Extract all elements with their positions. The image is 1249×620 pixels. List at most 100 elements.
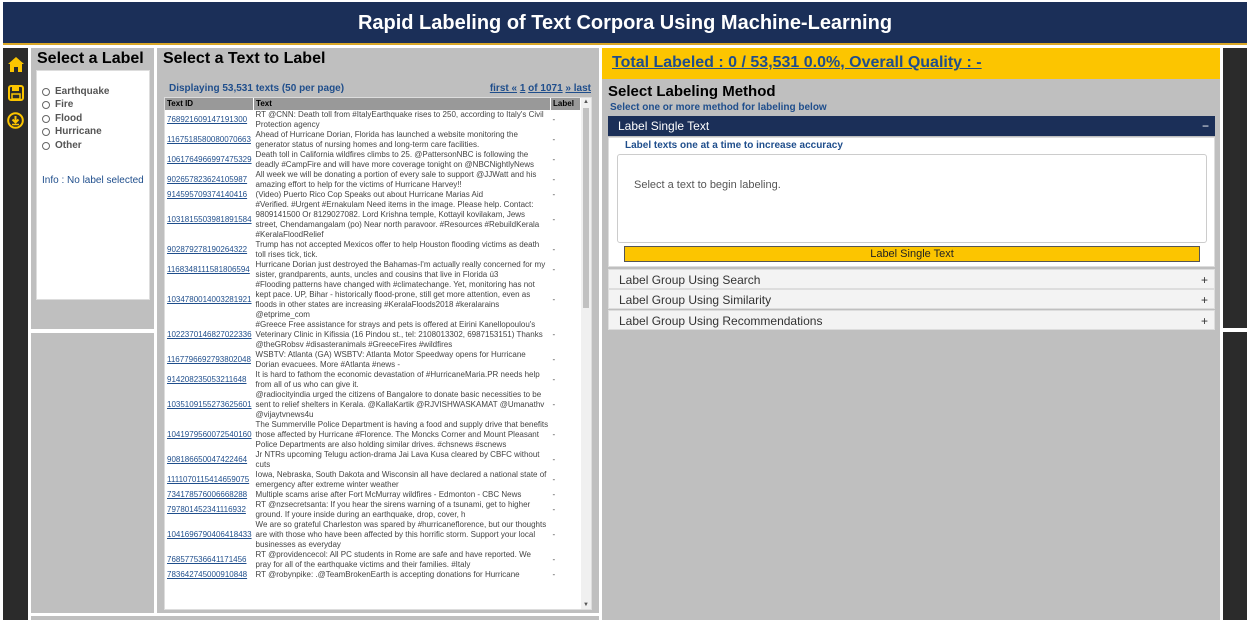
text-id-link[interactable]: 1035109155273625601 bbox=[165, 390, 254, 420]
text-id-link[interactable]: 768921609147191300 bbox=[165, 110, 254, 130]
table-row[interactable]: 1034780014003281921 #Flooding patterns ha… bbox=[165, 280, 581, 320]
table-row[interactable]: 1041979560072540160 The Summerville Polic… bbox=[165, 420, 581, 450]
accordion-single-text[interactable]: Label Single Text − bbox=[608, 116, 1215, 136]
label-cell: - bbox=[552, 265, 556, 274]
text-id-link[interactable]: 1111070115414659075 bbox=[165, 470, 254, 490]
table-row[interactable]: 908186650047422464 Jr NTRs upcoming Telug… bbox=[165, 450, 581, 470]
text-id-link[interactable]: 1022370146827022336 bbox=[165, 320, 254, 350]
collapse-icon[interactable]: − bbox=[1202, 116, 1209, 136]
pager-last[interactable]: » last bbox=[565, 83, 591, 94]
table-row[interactable]: 1111070115414659075 Iowa, Nebraska, South… bbox=[165, 470, 581, 490]
text-id-link[interactable]: 797801452341116932 bbox=[165, 500, 254, 520]
table-row[interactable]: 1167796692793802048 WSBTV: Atlanta (GA) W… bbox=[165, 350, 581, 370]
text-id-link[interactable]: 1041696790406418433 bbox=[165, 520, 254, 550]
home-icon[interactable] bbox=[6, 55, 25, 74]
text-id-link[interactable]: 908186650047422464 bbox=[165, 450, 254, 470]
label-radio-hurricane[interactable]: Hurricane bbox=[42, 126, 102, 137]
text-id-link[interactable]: 1041979560072540160 bbox=[165, 420, 254, 450]
label-radio-earthquake[interactable]: Earthquake bbox=[42, 86, 109, 97]
label-radio-other[interactable]: Other bbox=[42, 140, 82, 151]
label-cell: - bbox=[552, 490, 556, 499]
text-id-link[interactable]: 768577536641171456 bbox=[165, 550, 254, 570]
download-icon[interactable] bbox=[6, 111, 25, 130]
text-id-link[interactable]: 783642745000910848 bbox=[165, 570, 254, 580]
expand-icon[interactable]: + bbox=[1201, 270, 1208, 290]
summary-bar: Total Labeled : 0 / 53,531 0.0%, Overall… bbox=[602, 48, 1220, 79]
selected-text-placeholder: Select a text to begin labeling. bbox=[634, 179, 781, 191]
text-id-link[interactable]: 1061764966997475329 bbox=[165, 150, 254, 170]
save-icon[interactable] bbox=[6, 83, 25, 102]
label-single-text-button[interactable]: Label Single Text bbox=[624, 246, 1200, 262]
radio-button[interactable] bbox=[42, 141, 50, 150]
table-row[interactable]: 902657823624105987 All week we will be do… bbox=[165, 170, 581, 190]
table-row[interactable]: 914208235053211648 It is hard to fathom t… bbox=[165, 370, 581, 390]
accordion-group-recommendations[interactable]: Label Group Using Recommendations + bbox=[608, 310, 1215, 330]
table-row[interactable]: 1031815503981891584 #Verified. #Urgent #E… bbox=[165, 200, 581, 240]
text-id-link[interactable]: 1167796692793802048 bbox=[165, 350, 254, 370]
label-cell: - bbox=[552, 455, 556, 464]
table-row[interactable]: 768577536641171456 RT @providencecol: All… bbox=[165, 550, 581, 570]
text-cell: RT @providencecol: All PC students in Ro… bbox=[255, 550, 531, 569]
text-cell: Jr NTRs upcoming Telugu action-drama Jai… bbox=[255, 450, 540, 469]
scroll-down-icon[interactable]: ▼ bbox=[583, 602, 589, 608]
text-cell: (Video) Puerto Rico Cop Speaks out about… bbox=[255, 190, 484, 199]
text-cell: #Flooding patterns have changed with #cl… bbox=[255, 280, 535, 319]
table-row[interactable]: 1022370146827022336 #Greece Free assistan… bbox=[165, 320, 581, 350]
table-scrollbar[interactable]: ▲ ▼ bbox=[581, 98, 591, 609]
table-row[interactable]: 783642745000910848 RT @robynpike: .@TeamB… bbox=[165, 570, 581, 580]
label-cell: - bbox=[552, 355, 556, 364]
selected-text-area[interactable]: Select a text to begin labeling. bbox=[617, 154, 1207, 243]
text-cell: WSBTV: Atlanta (GA) WSBTV: Atlanta Motor… bbox=[255, 350, 526, 369]
accordion-group-search[interactable]: Label Group Using Search + bbox=[608, 269, 1215, 289]
label-cell: - bbox=[552, 135, 556, 144]
scroll-up-icon[interactable]: ▲ bbox=[583, 99, 589, 105]
label-radio-flood[interactable]: Flood bbox=[42, 113, 82, 124]
pager-page[interactable]: 1 bbox=[520, 83, 526, 94]
text-cell: It is hard to fathom the economic devast… bbox=[255, 370, 540, 389]
text-cell: #Verified. #Urgent #Ernakulam Need items… bbox=[255, 200, 540, 239]
text-cell: Multiple scams arise after Fort McMurray… bbox=[255, 490, 522, 499]
expand-icon[interactable]: + bbox=[1201, 311, 1208, 331]
total-labeled-link[interactable]: Total Labeled : 0 / 53,531 0.0%, Overall… bbox=[612, 54, 982, 72]
table-row[interactable]: 1061764966997475329 Death toll in Califor… bbox=[165, 150, 581, 170]
table-row[interactable]: 902879278190264322 Trump has not accepted… bbox=[165, 240, 581, 260]
table-row[interactable]: 1167518580080070663 Ahead of Hurricane Do… bbox=[165, 130, 581, 150]
accordion-group-similarity[interactable]: Label Group Using Similarity + bbox=[608, 289, 1215, 309]
text-panel: Select a Text to Label Displaying 53,531… bbox=[157, 48, 599, 613]
pager-first[interactable]: first « bbox=[490, 83, 517, 94]
table-row[interactable]: 734178576006668288 Multiple scams arise a… bbox=[165, 490, 581, 500]
table-row[interactable]: 768921609147191300 RT @CNN: Death toll fr… bbox=[165, 110, 581, 130]
radio-button[interactable] bbox=[42, 87, 50, 96]
radio-button[interactable] bbox=[42, 114, 50, 123]
table-row[interactable]: 1035109155273625601 @radiocityindia urged… bbox=[165, 390, 581, 420]
text-id-link[interactable]: 914595709374140416 bbox=[165, 190, 254, 200]
text-id-link[interactable]: 1167518580080070663 bbox=[165, 130, 254, 150]
label-cell: - bbox=[552, 375, 556, 384]
expand-icon[interactable]: + bbox=[1201, 290, 1208, 310]
text-panel-title: Select a Text to Label bbox=[163, 50, 326, 67]
label-radio-fire[interactable]: Fire bbox=[42, 99, 73, 110]
label-cell: - bbox=[552, 115, 556, 124]
radio-button[interactable] bbox=[42, 127, 50, 136]
text-id-link[interactable]: 902879278190264322 bbox=[165, 240, 254, 260]
radio-button[interactable] bbox=[42, 100, 50, 109]
label-text: Fire bbox=[55, 99, 74, 110]
text-id-link[interactable]: 902657823624105987 bbox=[165, 170, 254, 190]
col-text-id[interactable]: Text ID bbox=[165, 98, 255, 110]
table-row[interactable]: 797801452341116932 RT @nzsecretsanta: If … bbox=[165, 500, 581, 520]
table-row[interactable]: 1168348111581806594 Hurricane Dorian just… bbox=[165, 260, 581, 280]
col-label[interactable]: Label bbox=[550, 98, 581, 110]
text-id-link[interactable]: 914208235053211648 bbox=[165, 370, 254, 390]
text-id-link[interactable]: 1168348111581806594 bbox=[165, 260, 254, 280]
scrollbar-thumb[interactable] bbox=[583, 108, 589, 308]
label-text: Hurricane bbox=[55, 126, 102, 137]
text-cell: All week we will be donating a portion o… bbox=[255, 170, 537, 189]
text-id-link[interactable]: 734178576006668288 bbox=[165, 490, 254, 500]
text-id-link[interactable]: 1031815503981891584 bbox=[165, 200, 254, 240]
pagination: first « 1 of 1071 » last bbox=[490, 83, 591, 94]
table-row[interactable]: 914595709374140416 (Video) Puerto Rico Co… bbox=[165, 190, 581, 200]
text-id-link[interactable]: 1034780014003281921 bbox=[165, 280, 254, 320]
text-table-container[interactable]: Text ID Text Label 768921609147191300 RT … bbox=[164, 97, 592, 610]
col-text[interactable]: Text bbox=[253, 98, 552, 110]
table-row[interactable]: 1041696790406418433 We are so grateful Ch… bbox=[165, 520, 581, 550]
